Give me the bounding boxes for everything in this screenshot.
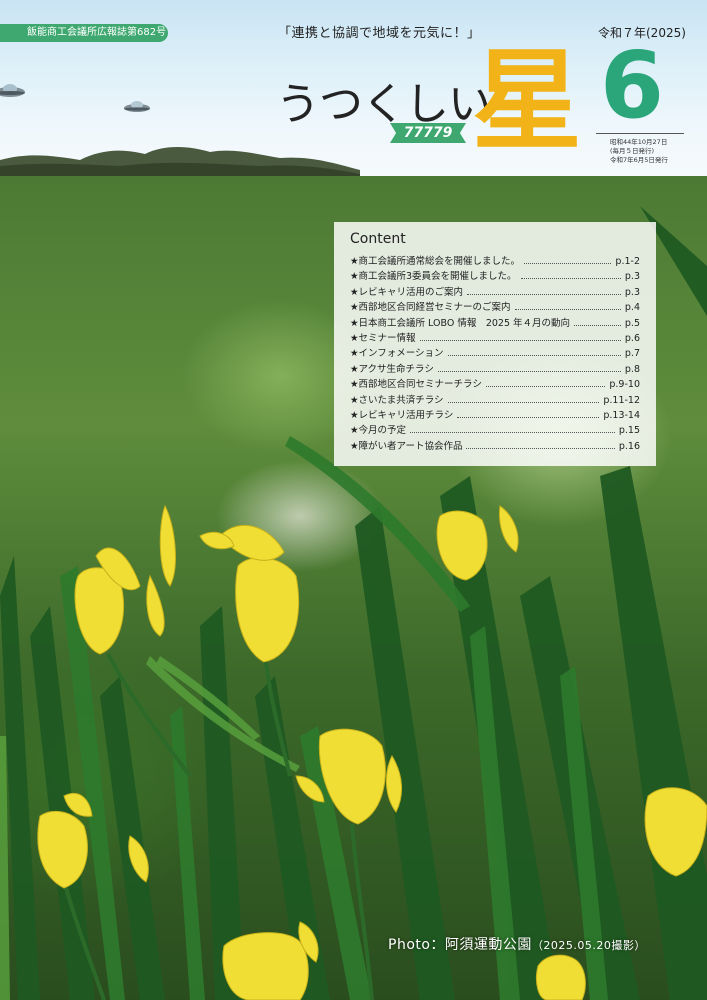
toc-item: ★西部地区合同経営セミナーのご案内 p.4 xyxy=(350,299,640,314)
toc-item: ★さいたま共済チラシ p.11-12 xyxy=(350,392,640,407)
divider-line xyxy=(596,133,684,134)
toc-item-title: ★商工会議所通常総会を開催しました。 xyxy=(350,256,521,267)
toc-item: ★障がい者アート協会作品 p.16 xyxy=(350,438,640,453)
title-ribbon: 77779 xyxy=(390,123,466,143)
publication-info: 昭和44年10月27日 (毎月５日発行) 令和7年6月5日発行 xyxy=(610,138,668,165)
toc-leader-dots xyxy=(419,339,621,341)
toc-leader-dots xyxy=(524,263,612,264)
toc-item-page: p.4 xyxy=(624,302,640,314)
toc-leader-dots xyxy=(520,278,621,280)
title-star-kanji: 星 xyxy=(472,36,582,165)
toc-item: ★日本商工会議所 LOBO 情報 2025 年４月の動向 p.5 xyxy=(350,315,640,330)
toc-item-page: p.16 xyxy=(618,440,640,452)
toc-item: ★商工会議所通常総会を開催しました。 p.1-2 xyxy=(350,253,640,268)
toc-leader-dots xyxy=(574,324,621,326)
masthead: 飯能商工会議所広報誌第682号 「連携と協調で地域を元気に！」 令和７年(202… xyxy=(0,0,707,176)
toc-item-page: p.15 xyxy=(618,425,640,437)
publication-line: (毎月５日発行) xyxy=(610,147,655,155)
publication-line: 昭和44年10月27日 xyxy=(610,138,668,146)
toc-item-title: ★レビキャリ活用チラシ xyxy=(350,409,454,421)
title-hiragana: うつくしい xyxy=(276,79,492,130)
toc-item-title: ★アクサ生命チラシ xyxy=(350,363,434,375)
slogan: 「連携と協調で地域を元気に！」 xyxy=(278,26,481,41)
issue-month: 6 xyxy=(600,32,665,139)
toc-leader-dots xyxy=(467,293,621,295)
toc-leader-dots xyxy=(514,309,621,311)
toc-leader-dots xyxy=(410,432,615,434)
toc-item-page: p.11-12 xyxy=(603,394,640,406)
toc-item-page: p.3 xyxy=(624,286,640,298)
toc-item-page: p.5 xyxy=(624,317,640,329)
toc-item-page: p.9-10 xyxy=(609,379,640,391)
table-of-contents: Content ★商工会議所通常総会を開催しました。 p.1-2 ★商工会議所3委… xyxy=(334,222,656,466)
toc-item: ★今月の予定 p.15 xyxy=(350,422,640,437)
photo-caption: Photo：阿須運動公園（2025.05.20撮影） xyxy=(388,934,646,954)
toc-leader-dots xyxy=(447,401,600,403)
toc-item-title: ★商工会議所3委員会を開催しました。 xyxy=(350,271,517,283)
toc-item-title: ★レビキャリ活用のご案内 xyxy=(350,286,464,298)
toc-item-title: ★セミナー情報 xyxy=(350,332,416,344)
toc-leader-dots xyxy=(466,447,615,449)
contents-heading: Content xyxy=(350,231,406,247)
toc-item: ★西部地区合同セミナーチラシ p.9-10 xyxy=(350,376,640,391)
toc-item: ★アクサ生命チラシ p.8 xyxy=(350,361,640,376)
toc-item-title: ★今月の予定 xyxy=(350,425,407,437)
toc-item-title: ★インフォメーション xyxy=(350,348,444,360)
issue-label: 飯能商工会議所広報誌第682号 xyxy=(0,24,168,42)
toc-leader-dots xyxy=(485,386,606,388)
toc-item-title: ★障がい者アート協会作品 xyxy=(350,440,463,452)
caption-main: Photo：阿須運動公園 xyxy=(388,937,532,953)
ufo-icon xyxy=(124,101,150,112)
toc-item-title: ★西部地区合同経営セミナーのご案内 xyxy=(350,302,511,314)
toc-item: ★商工会議所3委員会を開催しました。 p.3 xyxy=(350,268,640,283)
publication-line: 令和7年6月5日発行 xyxy=(610,156,668,164)
toc-item-page: p.7 xyxy=(624,348,640,360)
toc-item-page: p.13-14 xyxy=(603,409,640,421)
toc-item: ★インフォメーション p.7 xyxy=(350,345,640,360)
caption-date-note: （2025.05.20撮影） xyxy=(531,939,646,952)
hills-silhouette xyxy=(0,147,360,176)
toc-item-title: ★日本商工会議所 LOBO 情報 2025 年４月の動向 xyxy=(350,317,571,329)
toc-item-page: p.1-2 xyxy=(615,256,640,267)
toc-item-title: ★西部地区合同セミナーチラシ xyxy=(350,379,482,391)
ufo-icon xyxy=(0,84,25,97)
toc-leader-dots xyxy=(437,370,621,372)
toc-leader-dots xyxy=(447,355,621,357)
toc-item-page: p.6 xyxy=(624,332,640,344)
toc-item-page: p.8 xyxy=(624,363,640,375)
toc-item: ★レビキャリ活用のご案内 p.3 xyxy=(350,284,640,299)
toc-item-title: ★さいたま共済チラシ xyxy=(350,394,444,406)
toc-item: ★セミナー情報 p.6 xyxy=(350,330,640,345)
toc-item: ★レビキャリ活用チラシ p.13-14 xyxy=(350,407,640,422)
toc-leader-dots xyxy=(457,416,600,418)
toc-item-page: p.3 xyxy=(624,271,640,283)
